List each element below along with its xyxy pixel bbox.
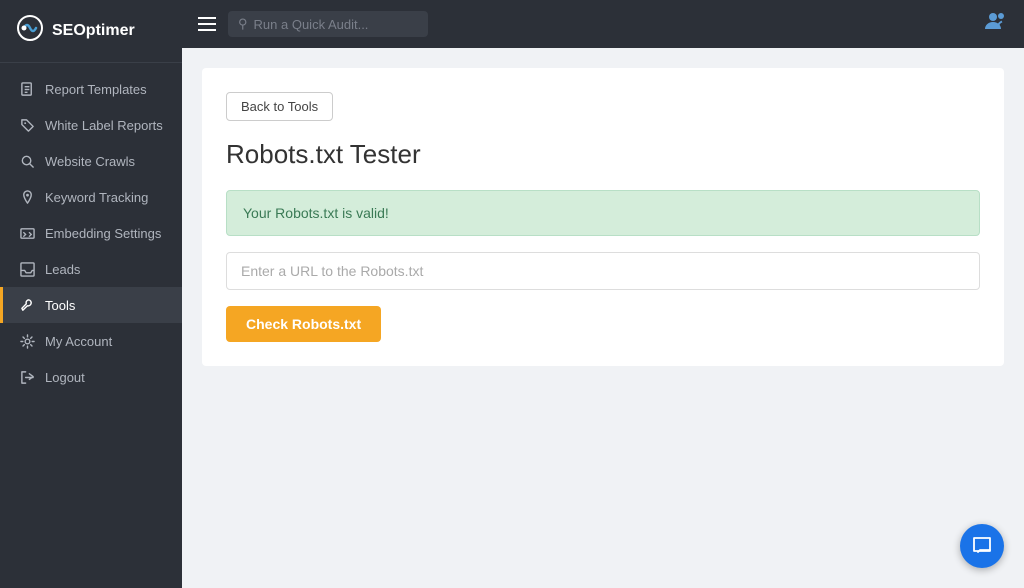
sidebar-item-label: Keyword Tracking: [45, 190, 148, 205]
tools-icon: [19, 297, 35, 313]
user-icon[interactable]: [984, 11, 1008, 37]
hamburger-button[interactable]: [198, 17, 216, 31]
file-icon: [19, 81, 35, 97]
sidebar-item-label: Embedding Settings: [45, 226, 161, 241]
search-input[interactable]: [254, 17, 404, 32]
sidebar-item-white-label-reports[interactable]: White Label Reports: [0, 107, 182, 143]
inbox-icon: [19, 261, 35, 277]
success-banner: Your Robots.txt is valid!: [226, 190, 980, 236]
logout-icon: [19, 369, 35, 385]
sidebar-item-report-templates[interactable]: Report Templates: [0, 71, 182, 107]
chat-bubble-button[interactable]: [960, 524, 1004, 568]
check-robots-button[interactable]: Check Robots.txt: [226, 306, 381, 342]
sidebar-item-logout[interactable]: Logout: [0, 359, 182, 395]
logo-text: SEOptimer: [52, 22, 135, 40]
sidebar-item-my-account[interactable]: My Account: [0, 323, 182, 359]
sidebar-item-keyword-tracking[interactable]: Keyword Tracking: [0, 179, 182, 215]
sidebar-item-website-crawls[interactable]: Website Crawls: [0, 143, 182, 179]
gear-icon: [19, 333, 35, 349]
sidebar-item-tools[interactable]: Tools: [0, 287, 182, 323]
back-to-tools-button[interactable]: Back to Tools: [226, 92, 333, 121]
url-input[interactable]: [226, 252, 980, 290]
search-icon: [19, 153, 35, 169]
sidebar-item-label: Leads: [45, 262, 80, 277]
sidebar-item-leads[interactable]: Leads: [0, 251, 182, 287]
embed-icon: [19, 225, 35, 241]
sidebar-item-label: Tools: [45, 298, 75, 313]
main: ⚲ Back to Tools Robots.txt Tester Your R…: [182, 0, 1024, 588]
sidebar-item-label: My Account: [45, 334, 112, 349]
page-title: Robots.txt Tester: [226, 139, 980, 170]
content-area: Back to Tools Robots.txt Tester Your Rob…: [182, 48, 1024, 588]
topbar: ⚲: [182, 0, 1024, 48]
logo: SEOptimer: [0, 0, 182, 63]
pin-icon: [19, 189, 35, 205]
main-card: Back to Tools Robots.txt Tester Your Rob…: [202, 68, 1004, 366]
tag-icon: [19, 117, 35, 133]
search-icon: ⚲: [238, 16, 248, 32]
sidebar-item-label: Report Templates: [45, 82, 147, 97]
sidebar: SEOptimer Report Templates White Label R…: [0, 0, 182, 588]
sidebar-nav: Report Templates White Label Reports Web…: [0, 63, 182, 588]
sidebar-item-label: Website Crawls: [45, 154, 135, 169]
sidebar-item-label: Logout: [45, 370, 85, 385]
sidebar-item-embedding-settings[interactable]: Embedding Settings: [0, 215, 182, 251]
sidebar-item-label: White Label Reports: [45, 118, 163, 133]
logo-icon: [16, 14, 44, 48]
quick-audit-search[interactable]: ⚲: [228, 11, 428, 37]
